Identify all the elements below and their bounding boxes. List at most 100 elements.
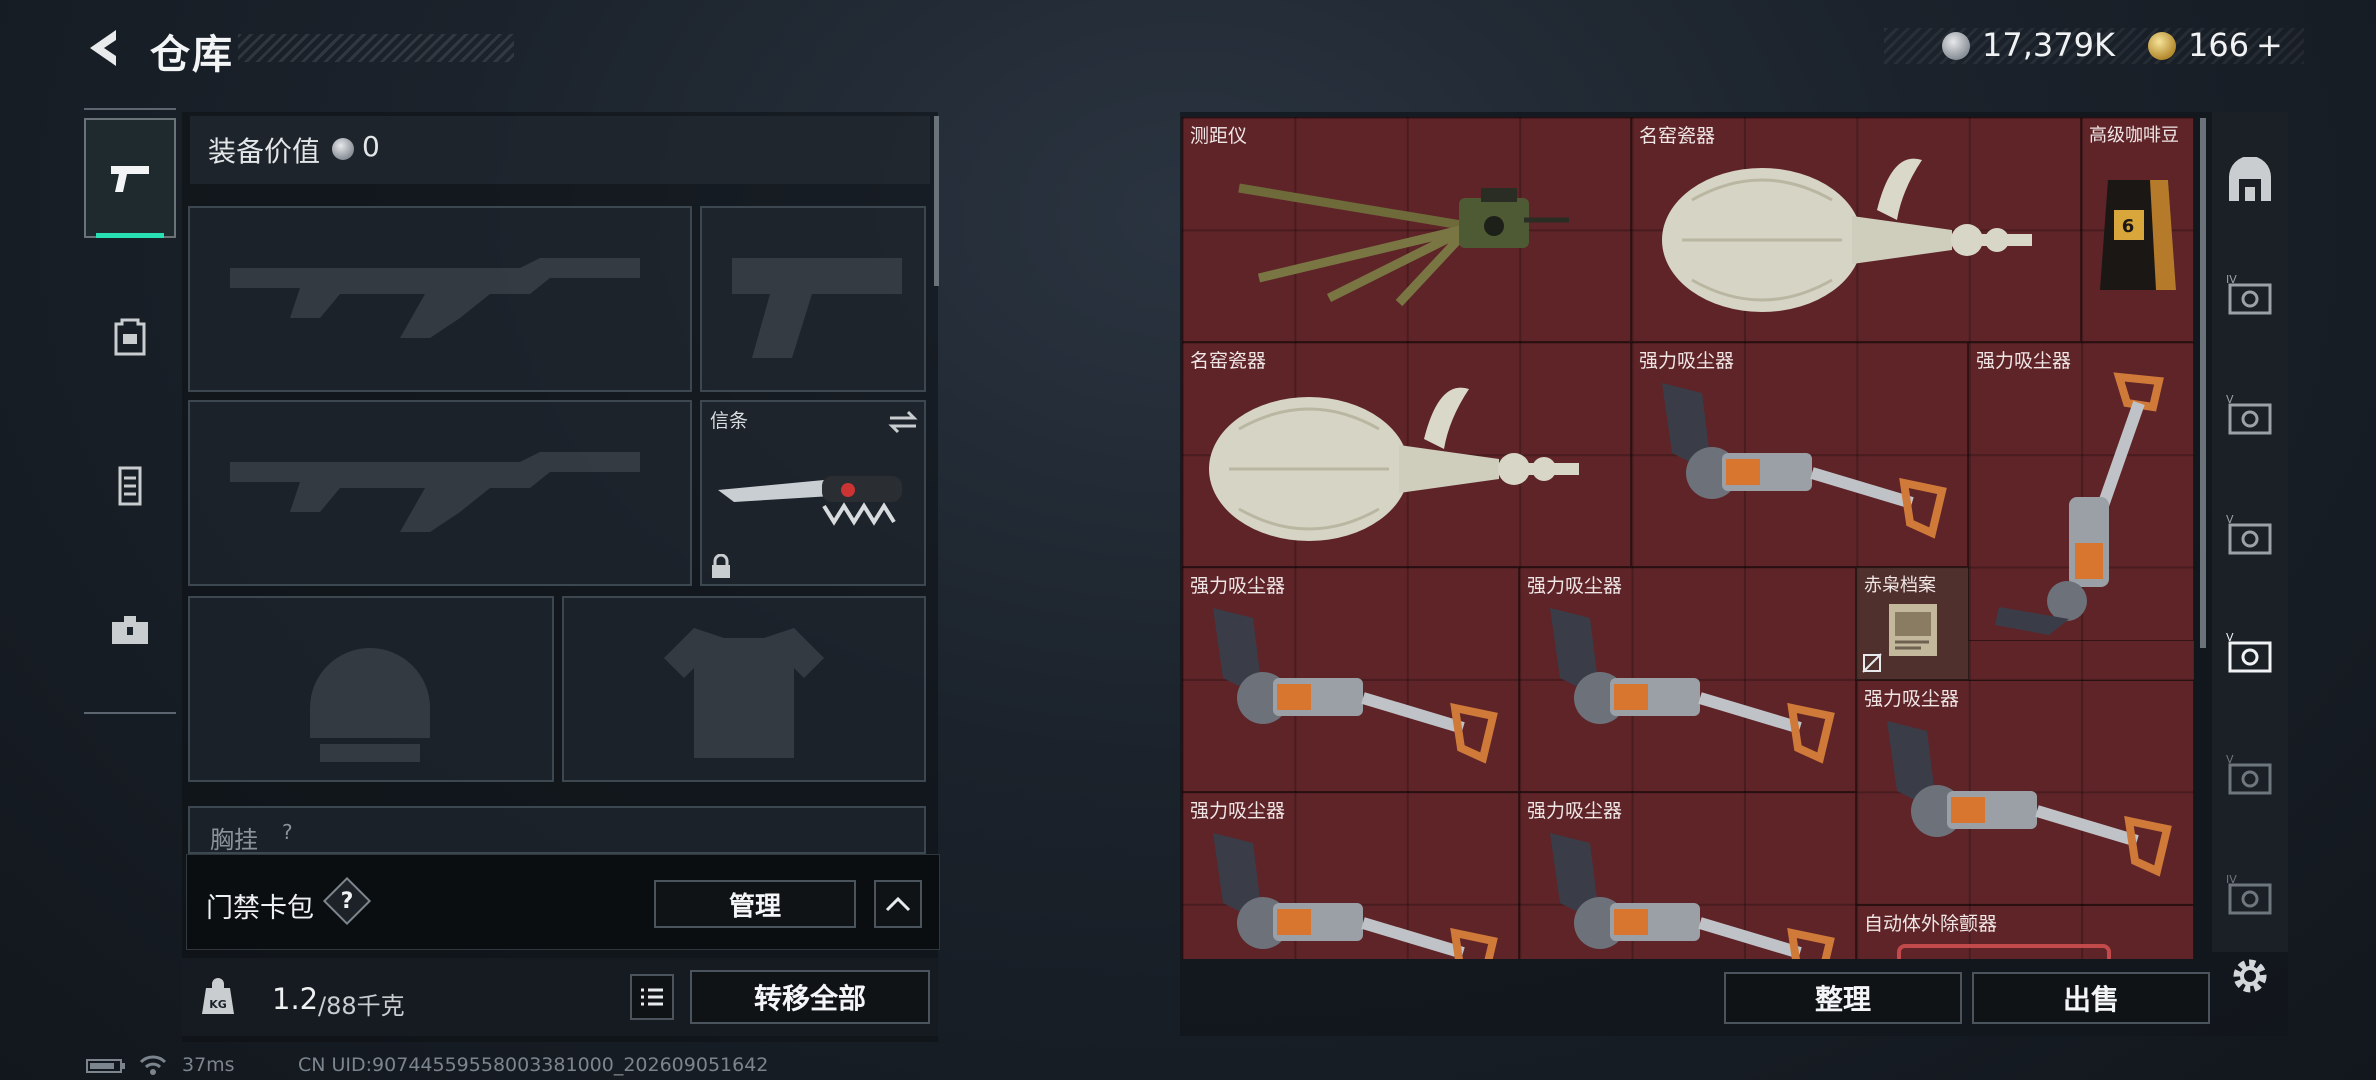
chest-rig-slot[interactable]: 胸挂 ? <box>188 806 926 854</box>
stash-tab-1[interactable]: IV <box>2220 264 2280 324</box>
silver-coin-icon <box>1942 32 1970 60</box>
vacuum-cleaner-icon <box>1213 608 1498 764</box>
sell-button[interactable]: 出售 <box>1972 972 2210 1024</box>
stash-tab-main[interactable] <box>2220 150 2280 210</box>
item-label: 高级咖啡豆 <box>2089 125 2179 146</box>
secondary-weapon-slot[interactable] <box>188 400 692 586</box>
list-view-button[interactable] <box>630 974 674 1020</box>
manage-button[interactable]: 管理 <box>654 880 856 928</box>
back-arrow-icon[interactable] <box>82 26 126 70</box>
ping-text: 37ms <box>182 1054 235 1076</box>
stash-item-rangefinder[interactable]: 测距仪 <box>1182 117 1631 342</box>
safe-box-icon: V <box>2226 631 2272 673</box>
vacuum-cleaner-icon <box>1550 833 1835 959</box>
vacuum-cleaner-icon <box>1550 608 1835 764</box>
equipment-value-label: 装备价值 <box>208 135 321 168</box>
gold-coin-icon <box>2148 32 2176 60</box>
safe-box-icon: IV <box>2226 873 2272 915</box>
item-label: 强力吸尘器 <box>1864 688 1960 710</box>
stash-item-vacuum[interactable]: 强力吸尘器 <box>1631 342 1968 567</box>
gold-balance: 166 <box>2188 26 2250 64</box>
stash-item-porcelain[interactable]: 名窑瓷器 <box>1182 342 1631 567</box>
item-label: 强力吸尘器 <box>1190 800 1286 822</box>
stash-tab-3[interactable]: V <box>2220 504 2280 564</box>
collapse-button[interactable] <box>874 880 922 928</box>
warehouse-icon <box>2229 157 2271 201</box>
vest-icon <box>118 466 142 506</box>
list-icon <box>641 988 663 1006</box>
stash-tab-2[interactable]: V <box>2220 384 2280 444</box>
melee-slot-label: 信条 <box>710 410 749 432</box>
pistol-icon <box>111 166 149 192</box>
safe-box-icon: V <box>2226 513 2272 555</box>
no-trade-icon <box>1862 653 1882 673</box>
vacuum-cleaner-icon <box>1887 721 2172 877</box>
transfer-all-button[interactable]: 转移全部 <box>690 970 930 1024</box>
pistol-silhouette-icon <box>732 258 902 358</box>
svg-text:6: 6 <box>2122 216 2135 237</box>
nav-chest-rig[interactable] <box>84 426 176 546</box>
stash-scrollbar[interactable] <box>2200 118 2206 648</box>
body-armor-slot[interactable] <box>562 596 926 782</box>
chest-rig-label: 胸挂 <box>210 826 258 854</box>
melee-slot[interactable]: 信条 <box>700 400 926 586</box>
stash-item-vacuum[interactable]: 强力吸尘器 <box>1968 342 2194 641</box>
helmet-slot[interactable] <box>188 596 554 782</box>
silver-coin-icon <box>332 138 354 160</box>
stash-tab-4[interactable]: V <box>2220 622 2280 682</box>
swap-icon[interactable] <box>888 410 918 434</box>
item-label: 强力吸尘器 <box>1190 575 1286 597</box>
sidearm-slot[interactable] <box>700 206 926 392</box>
stash-item-vacuum[interactable]: 强力吸尘器 <box>1519 567 1856 792</box>
title-decoration <box>238 34 514 62</box>
coffee-bag-icon: 6 <box>2100 180 2176 290</box>
chest-rig-badge: ? <box>282 820 293 844</box>
vacuum-cleaner-icon <box>1995 372 2164 635</box>
item-label: 强力吸尘器 <box>1527 575 1623 597</box>
stash-tab-6[interactable]: IV <box>2220 864 2280 924</box>
safe-box-icon: V <box>2226 753 2272 795</box>
stash-tab-5[interactable]: V <box>2220 744 2280 804</box>
user-id-text: CN UID:9074455955800338100​0_20260905164… <box>298 1054 769 1076</box>
weight-icon: KG <box>202 978 234 1014</box>
help-icon[interactable]: ? <box>330 884 364 918</box>
item-label: 强力吸尘器 <box>1527 800 1623 822</box>
battery-icon <box>86 1059 125 1073</box>
item-label: 强力吸尘器 <box>1639 350 1735 372</box>
stash-grid: 测距仪 名窑瓷器 高级咖啡豆 6 名窑瓷器 强力吸尘器 强力吸尘器 强力吸尘器 … <box>1182 117 2194 959</box>
card-pack-label: 门禁卡包 <box>206 893 314 924</box>
nav-armor[interactable] <box>84 276 176 396</box>
helmet-silhouette-icon <box>310 648 430 762</box>
backpack-icon <box>114 318 146 356</box>
stash-item-porcelain[interactable]: 名窑瓷器 <box>1631 117 2081 342</box>
primary-weapon-slot[interactable] <box>188 206 692 392</box>
vacuum-cleaner-icon <box>1662 383 1947 539</box>
rifle-silhouette-icon <box>230 452 640 532</box>
stash-item-coffee[interactable]: 高级咖啡豆 6 <box>2081 117 2194 342</box>
stash-item-vacuum[interactable]: 强力吸尘器 <box>1856 680 2194 905</box>
lock-icon <box>712 554 730 578</box>
safe-box-icon: V <box>2226 393 2272 435</box>
stash-item-vacuum[interactable]: 强力吸尘器 <box>1182 567 1519 792</box>
nav-toolbox[interactable] <box>84 570 176 690</box>
item-label: 赤枭档案 <box>1864 575 1936 596</box>
silver-balance: 17,379K <box>1982 26 2115 64</box>
stash-item-defibrillator[interactable]: 自动体外除颤器 <box>1856 905 2194 959</box>
rifle-silhouette-icon <box>230 258 640 338</box>
safe-box-icon: IV <box>2226 273 2272 315</box>
rangefinder-icon <box>1238 183 1569 307</box>
stash-item-documents[interactable]: 赤枭档案 <box>1856 567 1969 680</box>
gear-icon[interactable] <box>2228 954 2272 998</box>
knife-icon <box>718 476 902 526</box>
documents-icon <box>1889 604 1937 656</box>
item-label: 测距仪 <box>1190 125 1248 147</box>
sort-button[interactable]: 整理 <box>1724 972 1962 1024</box>
stash-item-vacuum[interactable]: 强力吸尘器 <box>1182 792 1519 959</box>
add-gold-button[interactable]: + <box>2256 26 2283 64</box>
equipment-scrollbar[interactable] <box>934 116 939 286</box>
nav-weapons[interactable] <box>84 118 176 238</box>
item-label: 自动体外除颤器 <box>1864 913 1998 935</box>
stash-item-vacuum[interactable]: 强力吸尘器 <box>1519 792 1856 959</box>
capacity-max: /88千克 <box>318 992 405 1020</box>
toolbox-icon <box>112 616 148 644</box>
